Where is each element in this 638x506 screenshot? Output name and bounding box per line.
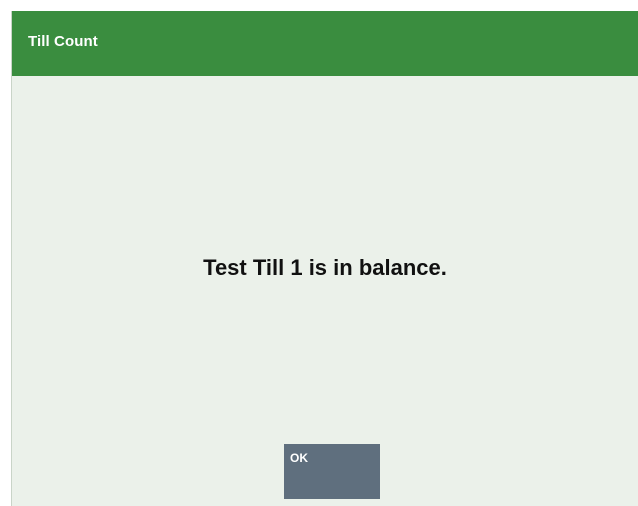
dialog-title: Till Count (28, 33, 98, 50)
ok-button[interactable]: OK (284, 444, 380, 499)
dialog-title-bar: Till Count (12, 11, 638, 76)
ok-button-label: OK (290, 451, 308, 465)
till-count-dialog: Till Count Test Till 1 is in balance. OK (11, 11, 638, 506)
dialog-message: Test Till 1 is in balance. (203, 255, 447, 280)
